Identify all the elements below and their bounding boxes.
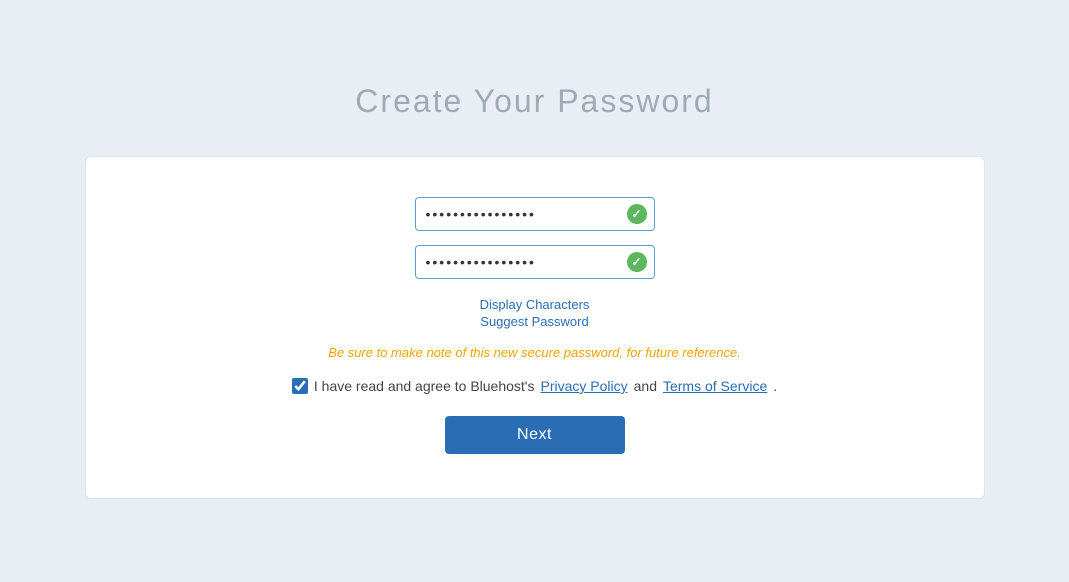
display-characters-link[interactable]: Display Characters	[480, 297, 590, 312]
password-valid-icon	[627, 204, 647, 224]
suggest-password-link[interactable]: Suggest Password	[480, 314, 588, 329]
agree-row: I have read and agree to Bluehost's Priv…	[292, 378, 777, 394]
page-title: Create Your Password	[355, 83, 713, 120]
password-card: Display Characters Suggest Password Be s…	[85, 156, 985, 499]
agree-text-before: I have read and agree to Bluehost's	[314, 378, 535, 394]
agree-checkbox[interactable]	[292, 378, 308, 394]
password-input-row	[415, 197, 655, 231]
privacy-policy-link[interactable]: Privacy Policy	[540, 378, 627, 394]
warning-text: Be sure to make note of this new secure …	[328, 345, 741, 360]
confirm-password-input-row	[415, 245, 655, 279]
tos-link[interactable]: Terms of Service	[663, 378, 767, 394]
agree-period: .	[773, 378, 777, 394]
confirm-valid-icon	[627, 252, 647, 272]
password-links: Display Characters Suggest Password	[480, 297, 590, 329]
confirm-password-input[interactable]	[415, 245, 655, 279]
next-button[interactable]: Next	[445, 416, 625, 454]
agree-and: and	[634, 378, 657, 394]
password-input[interactable]	[415, 197, 655, 231]
